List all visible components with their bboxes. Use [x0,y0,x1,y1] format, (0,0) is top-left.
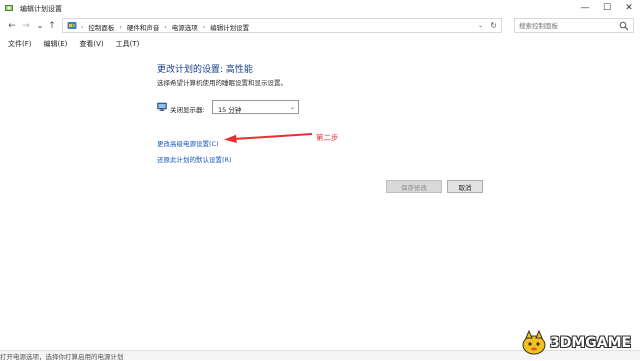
display-off-label: 关闭显示器: [170,106,205,114]
address-row: ← → ⌄ ↑ › 控制面板 › 硬件和声音 › 电源选项 › 编辑计划设置 ⌄… [0,17,640,35]
window: 编辑计划设置 — ☐ ✕ ← → ⌄ ↑ › 控制面板 › 硬件和声音 › 电源… [0,0,640,350]
breadcrumb: › 控制面板 › 硬件和声音 › 电源选项 › 编辑计划设置 [81,22,249,33]
breadcrumb-edit-plan[interactable]: 编辑计划设置 [210,22,249,32]
page-subtitle: 选择希望计算机使用的睡眠设置和显示设置。 [157,79,287,87]
cancel-button[interactable]: 取消 [447,180,483,193]
close-button[interactable]: ✕ [618,0,640,16]
save-changes-button[interactable]: 保存修改 [386,180,442,193]
breadcrumb-control-panel[interactable]: 控制面板 [88,22,114,32]
page-title: 更改计划的设置: 高性能 [157,65,253,75]
search-input[interactable] [519,21,615,31]
breadcrumb-separator: › [81,23,84,31]
display-off-select[interactable]: 15 分钟 ⌄ [212,100,299,114]
breadcrumb-separator: › [119,23,122,31]
annotation-arrow-icon [224,133,313,143]
up-button[interactable]: ↑ [46,19,58,33]
chevron-down-icon: ⌄ [289,104,295,111]
restore-defaults-link[interactable]: 还原此计划的默认设置(R) [157,154,232,164]
menu-edit[interactable]: 编辑(E) [44,39,68,49]
back-button[interactable]: ← [6,19,18,33]
maximize-button[interactable]: ☐ [596,0,618,16]
control-panel-icon [67,22,77,29]
power-options-icon [5,5,13,11]
breadcrumb-hardware-sound[interactable]: 硬件和声音 [127,22,160,32]
annotation-label: 第二步 [316,133,339,142]
breadcrumb-power-options[interactable]: 电源选项 [172,22,198,32]
search-box[interactable] [514,18,634,33]
watermark: 3DMGAME [520,330,631,356]
window-title: 编辑计划设置 [20,5,62,13]
forward-button[interactable]: → [20,19,32,33]
search-icon[interactable] [619,21,629,31]
main-content: 更改计划的设置: 高性能 选择希望计算机使用的睡眠设置和显示设置。 关闭显示器:… [0,50,640,350]
menu-file[interactable]: 文件(F) [8,39,32,49]
breadcrumb-separator: › [164,23,167,31]
breadcrumb-separator: › [202,23,206,31]
title-bar: 编辑计划设置 — ☐ ✕ [0,0,640,16]
address-dropdown-icon[interactable]: ⌄ [478,22,483,29]
menu-view[interactable]: 查看(V) [79,39,103,49]
recent-locations-button[interactable]: ⌄ [34,19,46,33]
advanced-power-settings-link[interactable]: 更改高级电源设置(C) [157,138,219,148]
address-bar[interactable]: › 控制面板 › 硬件和声音 › 电源选项 › 编辑计划设置 ⌄ ↻ [62,18,502,33]
watermark-text: 3DMGAME [550,335,632,351]
watermark-logo-icon [522,330,546,355]
menu-tools[interactable]: 工具(T) [116,39,140,49]
display-off-value: 15 分钟 [218,106,242,114]
monitor-icon [157,102,167,111]
minimize-button[interactable]: — [574,0,596,16]
menu-bar: 文件(F) 编辑(E) 查看(V) 工具(T) [0,37,640,50]
refresh-icon[interactable]: ↻ [490,21,497,30]
